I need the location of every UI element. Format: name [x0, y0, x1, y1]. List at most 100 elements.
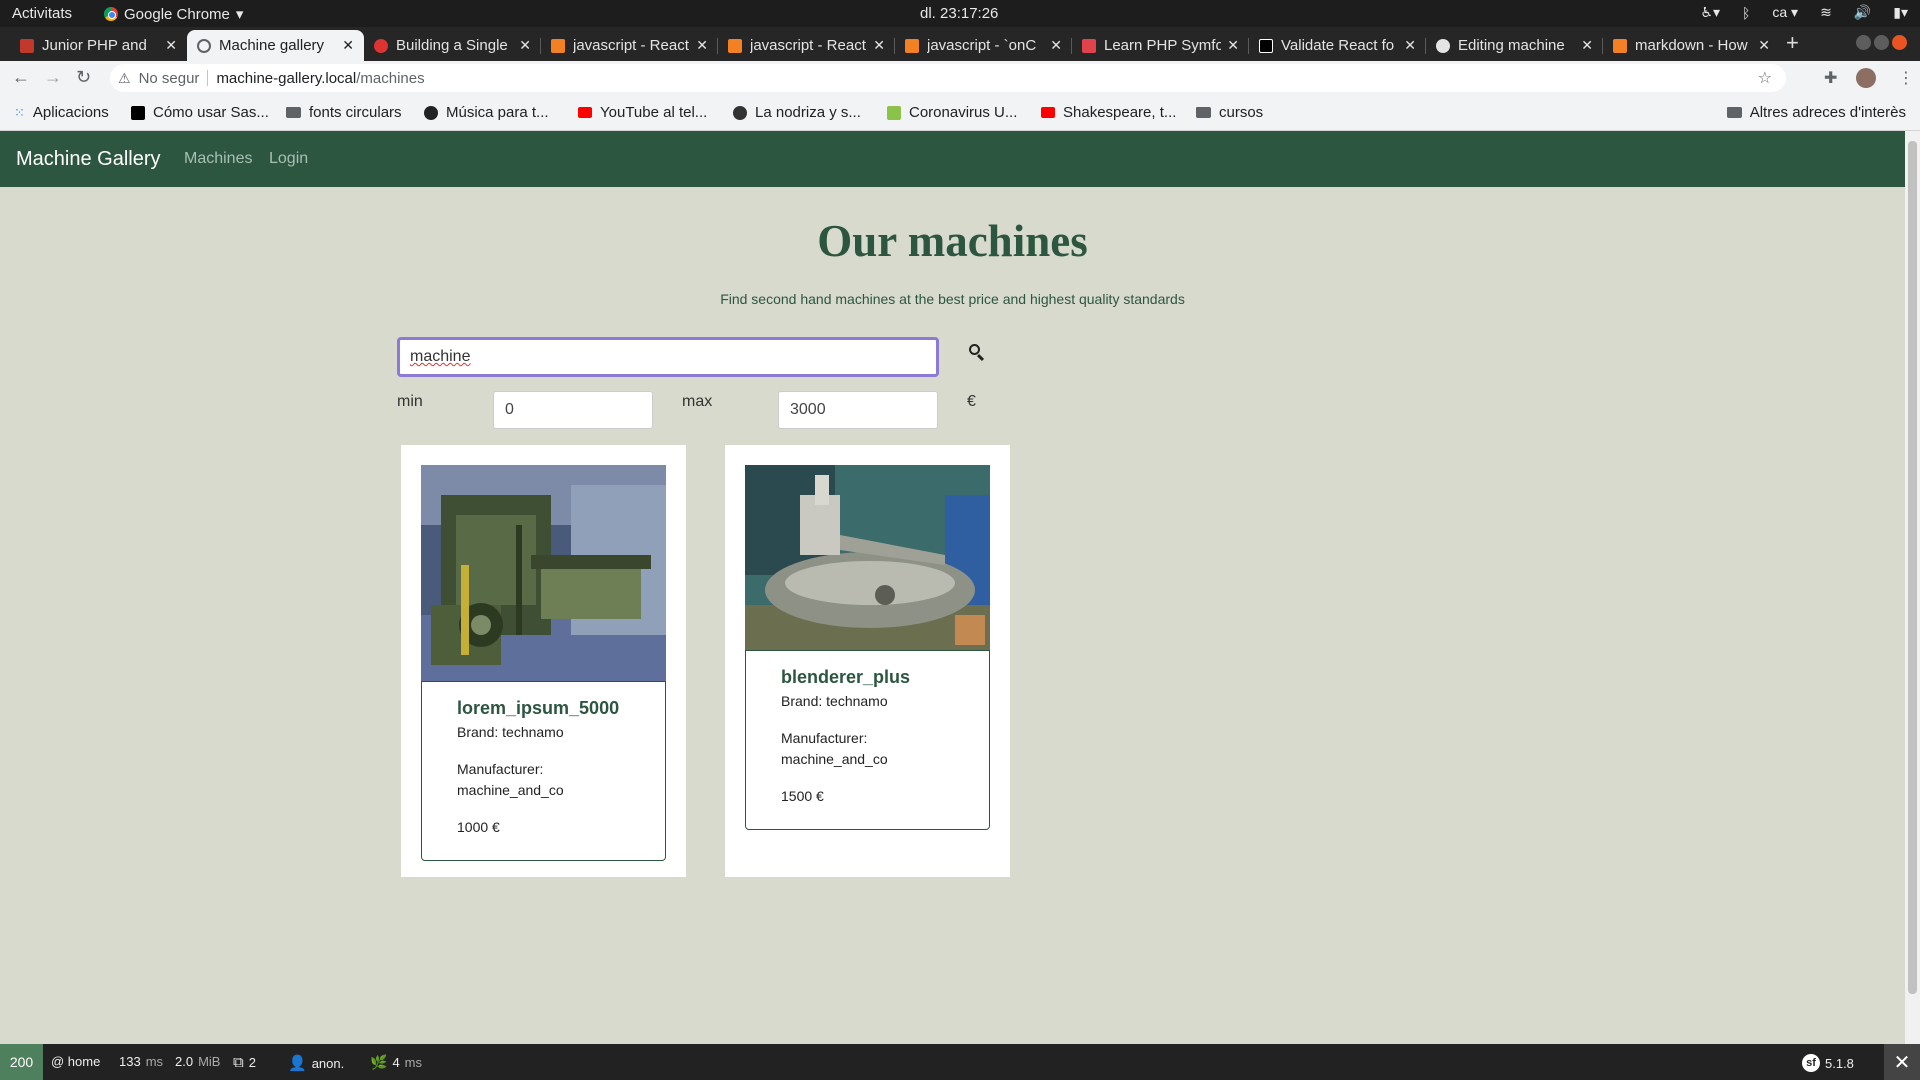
close-icon[interactable]: ✕: [696, 37, 708, 54]
min-price-input[interactable]: 0: [493, 391, 653, 429]
stackoverflow-icon: [1613, 38, 1627, 53]
medium-icon: [1259, 38, 1273, 53]
tab-javascript-react-2[interactable]: javascript - React ✕: [718, 30, 895, 61]
memory-usage[interactable]: 2.0 MiB: [175, 1054, 220, 1069]
tab-javascript-onc[interactable]: javascript - `onC ✕: [895, 30, 1072, 61]
machine-manufacturer-label: Manufacturer:: [781, 730, 868, 746]
tab-machine-gallery[interactable]: Machine gallery ✕: [187, 30, 364, 61]
page-viewport: Machine Gallery Machines Login Our machi…: [0, 131, 1905, 1044]
site-navbar: Machine Gallery Machines Login: [0, 131, 1905, 187]
max-price-input[interactable]: 3000: [778, 391, 938, 429]
close-icon[interactable]: ✕: [519, 37, 531, 54]
folder-icon: [286, 107, 301, 118]
medium-icon: [131, 105, 145, 120]
twig-panel[interactable]: 🌿 4 ms: [370, 1054, 422, 1071]
clock[interactable]: dl. 23:17:26: [920, 5, 998, 22]
scrollbar-thumb[interactable]: [1908, 141, 1917, 994]
address-toolbar: ← → ↻ ⚠ No segur machine-gallery.local/m…: [0, 61, 1920, 95]
chrome-menu-icon[interactable]: ⋮: [1898, 68, 1914, 88]
globe-icon: [197, 38, 211, 53]
battery-icon[interactable]: ▮▾: [1893, 4, 1908, 21]
extensions-puzzle-icon[interactable]: ✚: [1824, 68, 1837, 88]
system-tray[interactable]: ♿▾ ᛒ ca ▾ ≋ 🔊 ▮▾: [1700, 4, 1908, 21]
forward-button[interactable]: →: [44, 67, 62, 88]
warning-icon[interactable]: ⚠: [118, 70, 131, 87]
page-scrollbar[interactable]: [1905, 131, 1920, 1044]
bookmark-cursos[interactable]: cursos: [1196, 104, 1263, 121]
accessibility-icon[interactable]: ♿▾: [1700, 4, 1720, 21]
nav-link-login[interactable]: Login: [269, 150, 308, 168]
language-selector[interactable]: ca ▾: [1772, 4, 1798, 21]
wifi-icon[interactable]: ≋: [1820, 4, 1832, 21]
tab-building-single[interactable]: Building a Single ✕: [364, 30, 541, 61]
bookmark-fonts-circulars[interactable]: fonts circulars: [286, 104, 402, 121]
machine-photo[interactable]: [421, 465, 666, 681]
close-icon[interactable]: ✕: [1758, 37, 1770, 54]
tab-javascript-react-1[interactable]: javascript - React ✕: [541, 30, 718, 61]
machine-card[interactable]: lorem_ipsum_5000 Brand: technamo Manufac…: [401, 445, 686, 877]
bookmark-shakespeare[interactable]: Shakespeare, t...: [1041, 104, 1176, 121]
reload-button[interactable]: ↻: [76, 67, 91, 88]
bookmark-youtube[interactable]: YouTube al tel...: [578, 104, 707, 121]
os-top-bar: Activitats Google Chrome ▾ dl. 23:17:26 …: [0, 0, 1920, 27]
bluetooth-icon[interactable]: ᛒ: [1742, 5, 1750, 21]
close-icon[interactable]: ✕: [1227, 37, 1239, 54]
bookmark-star-icon[interactable]: ☆: [1758, 68, 1772, 88]
close-icon[interactable]: ✕: [1050, 37, 1062, 54]
tab-markdown-how[interactable]: markdown - How ✕: [1603, 30, 1780, 61]
machine-brand: Brand: technamo: [781, 693, 888, 709]
folder-icon: [1196, 107, 1211, 118]
close-icon[interactable]: ✕: [1404, 37, 1416, 54]
tab-learn-php-symfony[interactable]: Learn PHP Symfo ✕: [1072, 30, 1249, 61]
maximize-button[interactable]: [1874, 35, 1889, 50]
machine-photo[interactable]: [745, 465, 990, 650]
chrome-icon: [104, 7, 118, 21]
status-code-badge[interactable]: 200: [0, 1044, 43, 1080]
security-label[interactable]: No segur: [139, 70, 200, 87]
tab-editing-machine[interactable]: Editing machine ✕: [1426, 30, 1603, 61]
currency-label: €: [967, 393, 976, 410]
close-icon[interactable]: ✕: [1581, 37, 1593, 54]
symfony-logo-icon: sf: [1802, 1054, 1820, 1072]
bookmark-la-nodriza[interactable]: La nodriza y s...: [733, 104, 861, 121]
nav-link-machines[interactable]: Machines: [184, 150, 252, 168]
close-icon[interactable]: ✕: [873, 37, 885, 54]
minimize-button[interactable]: [1856, 35, 1871, 50]
activities-button[interactable]: Activitats: [12, 5, 72, 22]
search-input[interactable]: machine: [397, 337, 939, 377]
bookmark-apps[interactable]: ⁙ Aplicacions: [14, 104, 109, 121]
bookmarks-bar: ⁙ Aplicacions Cómo usar Sas... fonts cir…: [0, 95, 1920, 131]
apps-grid-icon: ⁙: [14, 104, 25, 120]
tab-junior-php[interactable]: Junior PHP and ✕: [10, 30, 187, 61]
new-tab-button[interactable]: +: [1786, 30, 1799, 56]
address-bar[interactable]: ⚠ No segur machine-gallery.local/machine…: [110, 64, 1786, 92]
folder-icon: [1726, 107, 1742, 118]
machine-name[interactable]: blenderer_plus: [781, 667, 961, 688]
tab-favicon-icon: [374, 38, 388, 53]
search-button[interactable]: [967, 341, 987, 365]
profile-avatar[interactable]: [1856, 68, 1876, 88]
other-bookmarks[interactable]: Altres adreces d'interès: [1726, 104, 1906, 121]
app-menu[interactable]: Google Chrome ▾: [104, 5, 243, 23]
tab-validate-react[interactable]: Validate React fo ✕: [1249, 30, 1426, 61]
bookmark-musica[interactable]: Música para t...: [424, 104, 549, 121]
security-panel[interactable]: 👤 anon.: [288, 1054, 344, 1072]
bookmark-coronavirus[interactable]: Coronavirus U...: [887, 104, 1017, 121]
machine-card[interactable]: blenderer_plus Brand: technamo Manufactu…: [725, 445, 1010, 877]
volume-icon[interactable]: 🔊: [1854, 4, 1871, 21]
close-icon[interactable]: ✕: [342, 37, 354, 54]
close-toolbar-button[interactable]: ✕: [1884, 1044, 1920, 1080]
forms-panel[interactable]: ⧉ 2: [233, 1054, 256, 1071]
globe-icon: [733, 105, 747, 120]
site-brand[interactable]: Machine Gallery: [16, 148, 161, 171]
close-icon[interactable]: ✕: [165, 37, 177, 54]
tab-favicon-icon: [20, 38, 34, 53]
symfony-version[interactable]: sf 5.1.8: [1802, 1054, 1854, 1072]
request-time[interactable]: 133 ms: [119, 1054, 163, 1069]
bookmark-como-usar-sass[interactable]: Cómo usar Sas...: [131, 104, 269, 121]
route-info[interactable]: @ home: [51, 1054, 100, 1069]
machine-name[interactable]: lorem_ipsum_5000: [457, 698, 637, 719]
window-close-button[interactable]: [1892, 35, 1907, 50]
tab-favicon-icon: [1082, 38, 1096, 53]
back-button[interactable]: ←: [12, 67, 30, 88]
